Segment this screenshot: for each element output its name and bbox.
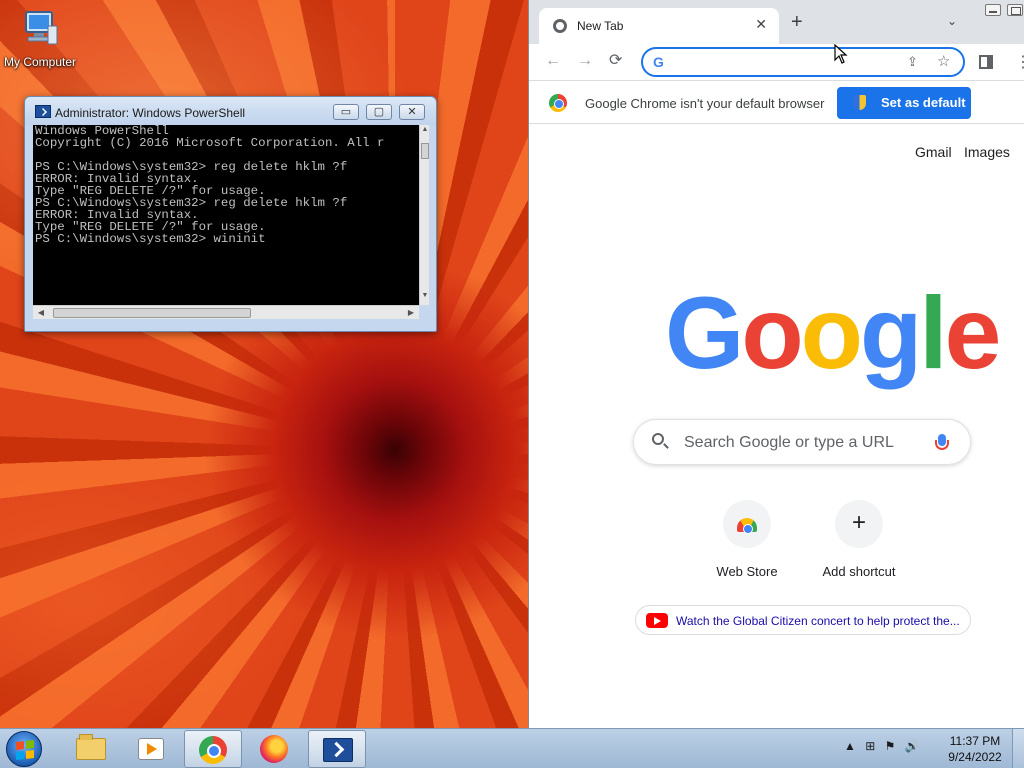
desktop-icon-my-computer[interactable]: My Computer bbox=[2, 8, 78, 69]
folder-icon bbox=[76, 734, 106, 760]
taskbar-powershell[interactable] bbox=[308, 730, 366, 768]
scroll-up-icon[interactable]: ▲ bbox=[420, 126, 430, 138]
forward-button[interactable]: → bbox=[577, 52, 593, 70]
volume-icon[interactable]: 🔊 bbox=[905, 739, 920, 753]
tab-strip: New Tab ✕ + ⌄ bbox=[529, 0, 1024, 44]
infobar-message: Google Chrome isn't your default browser bbox=[585, 96, 825, 111]
window-title: Administrator: Windows PowerShell bbox=[55, 106, 246, 120]
taskbar-chrome[interactable] bbox=[184, 730, 242, 768]
logo-letter: g bbox=[859, 276, 922, 390]
horizontal-scrollbar[interactable]: ◀ ▶ bbox=[33, 305, 419, 319]
taskbar-firefox[interactable] bbox=[246, 730, 304, 768]
logo-letter: o bbox=[800, 276, 863, 390]
scroll-thumb-horizontal[interactable] bbox=[53, 308, 251, 318]
computer-icon bbox=[25, 11, 58, 45]
microphone-icon[interactable] bbox=[935, 434, 949, 450]
promo-text: Watch the Global Citizen concert to help… bbox=[676, 614, 960, 628]
shortcut-label: Add shortcut bbox=[822, 564, 896, 579]
logo-letter: G bbox=[665, 276, 744, 390]
gmail-link[interactable]: Gmail bbox=[915, 144, 952, 160]
logo-letter: e bbox=[944, 276, 1002, 390]
tab-close-icon[interactable]: ✕ bbox=[755, 16, 767, 33]
windows-logo-icon bbox=[16, 740, 34, 760]
share-icon[interactable]: ⇪ bbox=[907, 54, 918, 70]
clock[interactable]: 11:37 PM 9/24/2022 bbox=[940, 733, 1010, 765]
address-bar[interactable]: G ⇪ ☆ bbox=[641, 47, 965, 77]
tab-label: New Tab bbox=[577, 19, 624, 33]
network-icon[interactable]: ⊞ bbox=[865, 739, 875, 753]
bookmark-star-icon[interactable]: ☆ bbox=[937, 52, 950, 70]
side-panel-icon[interactable] bbox=[979, 55, 993, 69]
set-as-default-button[interactable]: Set as default bbox=[837, 87, 971, 119]
logo-letter: l bbox=[919, 276, 947, 390]
console-output[interactable]: Windows PowerShell Copyright (C) 2016 Mi… bbox=[33, 125, 419, 305]
powershell-titlebar[interactable]: Administrator: Windows PowerShell ▭ ▢ ✕ bbox=[25, 97, 436, 125]
taskbar-media-player[interactable] bbox=[122, 730, 180, 768]
shield-icon bbox=[853, 95, 866, 110]
chrome-window[interactable]: New Tab ✕ + ⌄ ← → ⟳ G ⇪ ☆ ⋮ Google Chrom… bbox=[528, 0, 1024, 728]
window-minimize-button[interactable] bbox=[985, 4, 1001, 16]
window-restore-button[interactable] bbox=[1007, 4, 1023, 16]
web-store-icon bbox=[737, 518, 757, 534]
tab-search-icon[interactable]: ⌄ bbox=[947, 14, 957, 28]
new-tab-button[interactable]: + bbox=[791, 12, 803, 32]
search-input[interactable] bbox=[684, 433, 914, 453]
powershell-icon bbox=[323, 738, 353, 762]
promo-link[interactable]: Watch the Global Citizen concert to help… bbox=[635, 605, 971, 635]
back-button[interactable]: ← bbox=[545, 52, 561, 70]
default-browser-infobar: Google Chrome isn't your default browser… bbox=[529, 80, 1024, 124]
images-link[interactable]: Images bbox=[964, 144, 1010, 160]
logo-letter: o bbox=[741, 276, 803, 390]
maximize-button[interactable]: ▢ bbox=[366, 104, 392, 120]
action-center-flag-icon[interactable]: ⚑ bbox=[885, 739, 896, 753]
scroll-down-icon[interactable]: ▼ bbox=[420, 292, 430, 304]
scroll-right-icon[interactable]: ▶ bbox=[405, 306, 417, 320]
scroll-left-icon[interactable]: ◀ bbox=[35, 306, 47, 320]
close-button[interactable]: ✕ bbox=[399, 104, 425, 120]
shortcut-add[interactable]: + Add shortcut bbox=[811, 500, 907, 579]
shortcut-tile bbox=[723, 500, 771, 548]
shortcut-tile: + bbox=[835, 500, 883, 548]
show-desktop-button[interactable] bbox=[1012, 729, 1024, 768]
reload-button[interactable]: ⟳ bbox=[609, 52, 622, 70]
clock-date: 9/24/2022 bbox=[948, 750, 1002, 764]
vertical-scrollbar[interactable]: ▲ ▼ bbox=[419, 125, 429, 305]
google-icon: G bbox=[653, 54, 664, 70]
powershell-window[interactable]: Administrator: Windows PowerShell ▭ ▢ ✕ … bbox=[24, 96, 437, 332]
chrome-icon bbox=[199, 736, 227, 764]
taskbar: ▲ ⊞ ⚑ 🔊 11:37 PM 9/24/2022 bbox=[0, 728, 1024, 768]
shortcut-label: Web Store bbox=[716, 564, 778, 579]
search-icon bbox=[652, 433, 664, 445]
google-logo: Google bbox=[665, 282, 1001, 384]
firefox-icon bbox=[260, 735, 288, 763]
search-box[interactable] bbox=[633, 419, 971, 465]
plus-icon: + bbox=[851, 509, 866, 536]
minimize-button[interactable]: ▭ bbox=[333, 104, 359, 120]
browser-toolbar: ← → ⟳ G ⇪ ☆ ⋮ bbox=[529, 44, 1024, 80]
chrome-logo-icon bbox=[549, 94, 567, 112]
tab-new-tab[interactable]: New Tab ✕ bbox=[539, 8, 779, 44]
chrome-favicon-icon bbox=[553, 19, 567, 33]
clock-time: 11:37 PM bbox=[949, 734, 1001, 748]
scroll-thumb[interactable] bbox=[421, 143, 429, 159]
desktop-icon-label: My Computer bbox=[3, 55, 77, 69]
shortcut-web-store[interactable]: Web Store bbox=[699, 500, 795, 579]
taskbar-explorer[interactable] bbox=[62, 730, 120, 768]
start-button[interactable] bbox=[6, 731, 42, 767]
media-player-icon bbox=[138, 738, 164, 760]
system-tray: ▲ ⊞ ⚑ 🔊 bbox=[844, 739, 926, 753]
show-hidden-icons-icon[interactable]: ▲ bbox=[844, 739, 856, 753]
menu-icon[interactable]: ⋮ bbox=[1015, 52, 1024, 72]
address-input[interactable] bbox=[675, 53, 895, 71]
youtube-icon bbox=[646, 613, 668, 628]
set-as-default-label: Set as default bbox=[881, 95, 966, 110]
powershell-icon bbox=[35, 105, 51, 118]
